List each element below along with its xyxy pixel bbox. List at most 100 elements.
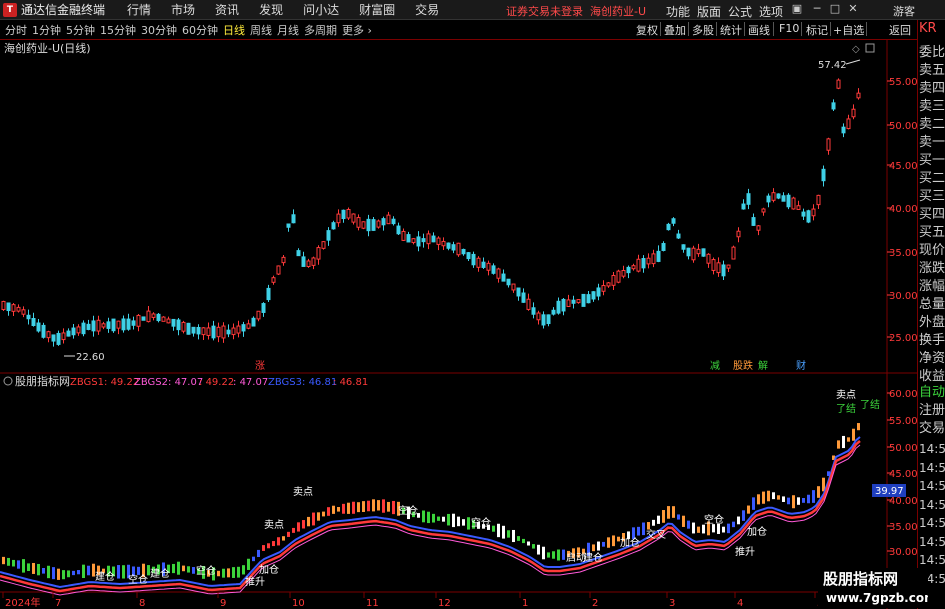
minimize-icon[interactable]: ─ bbox=[810, 2, 824, 16]
menu-function[interactable]: 功能 bbox=[666, 3, 690, 20]
candle-body bbox=[451, 244, 456, 251]
panel-toggle-icon[interactable] bbox=[865, 43, 875, 53]
kline-chart[interactable]: 海创药业-U(日线) ◇ 55.00 50.00 45.00 40.00 35.00 30… bbox=[0, 40, 918, 609]
period-daily[interactable]: 日线 bbox=[223, 22, 245, 38]
xaxis-label: 9 bbox=[220, 598, 226, 609]
tool-f10[interactable]: F10 bbox=[779, 22, 799, 35]
tool-back[interactable]: 返回 bbox=[889, 22, 911, 38]
indicator-bar bbox=[62, 570, 65, 580]
event-marker[interactable]: 减 bbox=[710, 360, 720, 372]
guest-label[interactable]: 游客 bbox=[893, 3, 915, 19]
candle-body bbox=[76, 326, 81, 334]
indicator-bar bbox=[732, 521, 735, 528]
indicator-bar bbox=[612, 535, 615, 547]
indicator-bar bbox=[362, 501, 365, 512]
period-more[interactable]: 更多 › bbox=[342, 22, 372, 38]
indicator-bar bbox=[522, 538, 525, 544]
tool-stats[interactable]: 统计 bbox=[720, 22, 742, 38]
maximize-icon[interactable]: □ bbox=[828, 2, 842, 16]
menu-layout[interactable]: 版面 bbox=[697, 3, 721, 20]
signal-label: 空仓 bbox=[704, 513, 724, 526]
skin-icon[interactable]: ▣ bbox=[790, 2, 804, 16]
event-marker[interactable]: 涨 bbox=[255, 360, 265, 372]
candle-body bbox=[821, 168, 826, 182]
indicator-tick-label: 45.00 bbox=[889, 469, 917, 480]
indicator-bar bbox=[302, 520, 305, 529]
candle-body bbox=[846, 118, 851, 130]
indicator-bar bbox=[747, 505, 750, 514]
indicator-bar bbox=[307, 516, 310, 527]
indicator-bar bbox=[492, 525, 495, 532]
candle-body bbox=[31, 318, 36, 326]
period-5min[interactable]: 5分钟 bbox=[66, 22, 95, 38]
chart-area[interactable]: 海创药业-U(日线) ◇ 55.00 50.00 45.00 40.00 35.00 30… bbox=[0, 40, 918, 609]
menu-discover[interactable]: 发现 bbox=[259, 1, 283, 18]
tool-mark[interactable]: 标记 bbox=[806, 22, 828, 38]
indicator-bar bbox=[222, 568, 225, 578]
candle-body bbox=[256, 310, 261, 320]
menu-quotes[interactable]: 行情 bbox=[127, 1, 151, 18]
zbgs2-label: ZBGS2: 47.07 bbox=[134, 377, 203, 388]
period-weekly[interactable]: 周线 bbox=[250, 22, 272, 38]
menu-options[interactable]: 选项 bbox=[759, 3, 783, 20]
menu-trade[interactable]: 交易 bbox=[415, 1, 439, 18]
side-lower-2[interactable]: 交易 bbox=[919, 420, 945, 438]
indicator-tick-label: 40.00 bbox=[889, 496, 917, 507]
menu-market[interactable]: 市场 bbox=[171, 1, 195, 18]
indicator-bar bbox=[217, 570, 220, 577]
side-lower-1[interactable]: 注册 bbox=[919, 402, 945, 420]
diamond-icon[interactable]: ◇ bbox=[852, 44, 860, 55]
menu-formula[interactable]: 公式 bbox=[728, 3, 752, 20]
price-tick-label: 35.00 bbox=[889, 248, 917, 259]
candle-body bbox=[376, 220, 381, 228]
candle-body bbox=[551, 309, 556, 315]
period-30min[interactable]: 30分钟 bbox=[141, 22, 177, 38]
candle-body bbox=[196, 327, 201, 335]
candle-body bbox=[356, 217, 361, 228]
indicator-bar bbox=[277, 537, 280, 546]
candle-body bbox=[496, 268, 501, 279]
tool-add-watchlist[interactable]: +自选 bbox=[833, 22, 864, 38]
period-60min[interactable]: 60分钟 bbox=[182, 22, 218, 38]
close-icon[interactable]: ✕ bbox=[846, 2, 860, 16]
indicator-bar bbox=[607, 537, 610, 548]
period-multi[interactable]: 多周期 bbox=[304, 22, 337, 38]
indicator-bar bbox=[847, 437, 850, 442]
period-intraday[interactable]: 分时 bbox=[5, 22, 27, 38]
candle-body bbox=[191, 326, 196, 334]
zbgs3-label: ZBGS3: 46.81 bbox=[268, 377, 337, 388]
indicator-bar bbox=[287, 531, 290, 537]
event-marker[interactable]: 解 bbox=[758, 359, 768, 372]
indicator-bar bbox=[262, 545, 265, 551]
login-notice[interactable]: 证券交易未登录 海创药业-U bbox=[506, 3, 646, 19]
event-marker[interactable]: 财 bbox=[796, 359, 806, 372]
candle-body bbox=[296, 250, 301, 257]
event-marker[interactable]: 股跌 bbox=[733, 359, 753, 372]
signal-label: 了结 bbox=[860, 398, 880, 411]
candle-body bbox=[616, 270, 621, 283]
side-lower-0[interactable]: 自动 bbox=[919, 384, 945, 402]
side-top-badge[interactable]: KR bbox=[919, 20, 945, 38]
side-label-12: 涨跌 bbox=[919, 261, 945, 276]
period-monthly[interactable]: 月线 bbox=[277, 22, 299, 38]
indicator-settings-icon[interactable] bbox=[3, 376, 13, 386]
tool-overlay[interactable]: 叠加 bbox=[664, 22, 686, 38]
side-time-5: 14:56 bbox=[919, 534, 945, 549]
candle-body bbox=[456, 242, 461, 256]
indicator-tick-label: 30.00 bbox=[889, 547, 917, 558]
menu-news[interactable]: 资讯 bbox=[215, 1, 239, 18]
candle-body bbox=[61, 332, 66, 341]
indicator-bar bbox=[672, 506, 675, 518]
menu-wealth[interactable]: 财富圈 bbox=[359, 1, 395, 18]
tool-draw[interactable]: 画线 bbox=[748, 22, 770, 38]
candle-body bbox=[836, 79, 841, 89]
period-1min[interactable]: 1分钟 bbox=[32, 22, 61, 38]
menu-ask[interactable]: 问小达 bbox=[303, 1, 339, 18]
candle-body bbox=[536, 312, 541, 321]
tool-multistock[interactable]: 多股 bbox=[692, 22, 714, 38]
indicator-name[interactable]: 股朋指标网 bbox=[15, 374, 70, 388]
tool-adjust[interactable]: 复权 bbox=[636, 22, 658, 38]
candle-body bbox=[661, 243, 666, 251]
period-15min[interactable]: 15分钟 bbox=[100, 22, 136, 38]
candle-body bbox=[101, 323, 106, 328]
